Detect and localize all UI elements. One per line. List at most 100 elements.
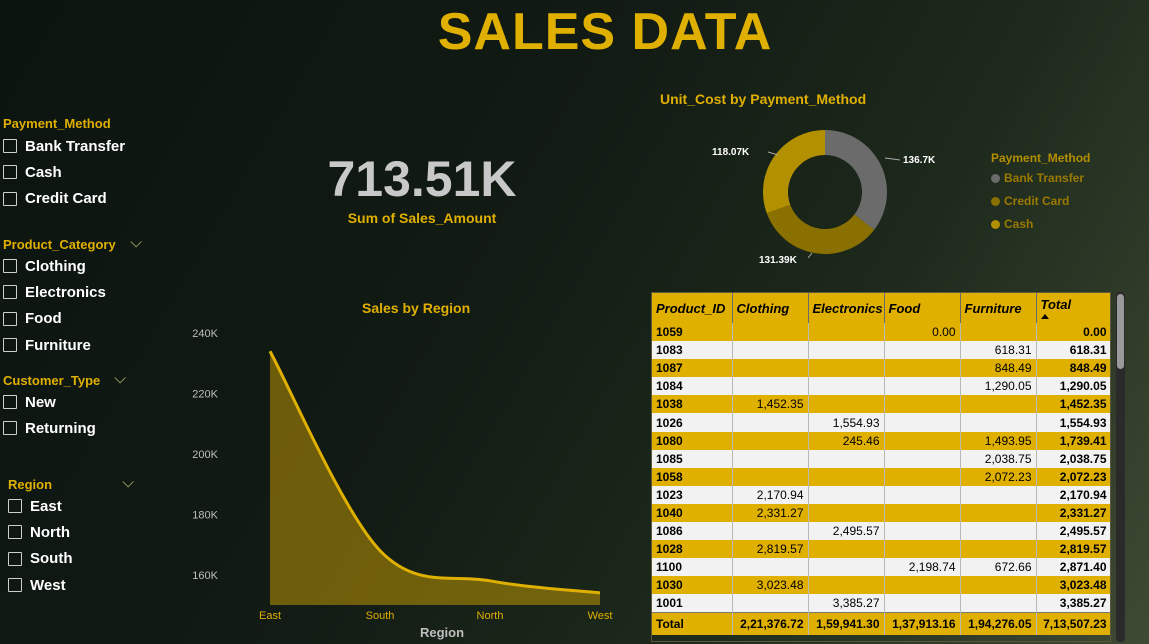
table-cell: [732, 341, 809, 360]
total-cell: 2,21,376.72: [732, 612, 809, 635]
table-row[interactable]: 1087 848.49 848.49: [652, 359, 1110, 378]
column-header-product-id[interactable]: Product_ID: [652, 293, 733, 323]
slicer-option-food[interactable]: Food: [3, 306, 138, 332]
table-cell: [884, 540, 961, 559]
column-header-furniture[interactable]: Furniture: [960, 293, 1037, 323]
product-id-cell: 1026: [652, 413, 733, 432]
table-cell: [732, 413, 809, 432]
matrix-table[interactable]: Product_ID Clothing Electronics Food Fur…: [651, 292, 1111, 642]
table-cell: [732, 558, 809, 577]
table-cell: [884, 413, 961, 432]
slicer-option-credit-card[interactable]: Credit Card: [3, 186, 125, 212]
column-header-food[interactable]: Food: [884, 293, 961, 323]
slicer-option-electronics[interactable]: Electronics: [3, 279, 138, 305]
table-row[interactable]: 1038 1,452.35 1,452.35: [652, 395, 1110, 414]
slicer-option-cash[interactable]: Cash: [3, 159, 125, 185]
slicer-option-returning[interactable]: Returning: [3, 415, 122, 441]
product-id-cell: 1083: [652, 341, 733, 360]
slicer-option-east[interactable]: East: [8, 493, 130, 519]
chevron-down-icon[interactable]: [114, 372, 127, 384]
checkbox[interactable]: [3, 139, 17, 154]
table-cell: [808, 558, 885, 577]
table-cell: [960, 594, 1037, 613]
slicer-option-north[interactable]: North: [8, 519, 130, 545]
area-fill: [270, 351, 600, 605]
checkbox[interactable]: [8, 525, 22, 540]
table-row[interactable]: 1040 2,331.27 2,331.27: [652, 503, 1110, 523]
table-cell: [808, 323, 885, 342]
checkbox[interactable]: [3, 395, 17, 410]
checkbox[interactable]: [8, 578, 22, 593]
table-row[interactable]: 1026 1,554.93 1,554.93: [652, 413, 1110, 432]
x-axis-label: Region: [420, 625, 464, 640]
slicer-option-south[interactable]: South: [8, 546, 130, 572]
table-row[interactable]: 1028 2,819.57 2,819.57: [652, 540, 1110, 559]
legend-item-credit-card[interactable]: Credit Card: [991, 194, 1069, 208]
slicer-option-clothing[interactable]: Clothing: [3, 253, 138, 279]
donut-slice[interactable]: [825, 130, 887, 230]
table-cell: [808, 467, 885, 486]
table-row[interactable]: 1030 3,023.48 3,023.48: [652, 576, 1110, 595]
scrollbar-thumb[interactable]: [1117, 294, 1124, 369]
table-cell: 2,331.27: [732, 503, 809, 523]
legend-dot: [991, 173, 1000, 183]
donut-slice[interactable]: [763, 130, 825, 214]
legend-item-cash[interactable]: Cash: [991, 217, 1033, 231]
table-cell: 3,023.48: [732, 576, 809, 595]
chevron-down-icon[interactable]: [130, 236, 142, 248]
legend-dot: [991, 196, 1000, 206]
slicer-option-west[interactable]: West: [8, 572, 130, 598]
table-row[interactable]: 1100 2,198.74 672.66 2,871.40: [652, 558, 1110, 577]
checkbox[interactable]: [3, 259, 17, 274]
table-row[interactable]: 1001 3,385.27 3,385.27: [652, 594, 1110, 613]
table-cell: 0.00: [884, 323, 961, 342]
area-chart[interactable]: 240K 220K 200K 180K 160K East South North West Re…: [180, 318, 630, 644]
y-tick-label: 240K: [192, 328, 218, 340]
column-header-electronics[interactable]: Electronics: [808, 293, 885, 323]
table-row[interactable]: 1083 618.31 618.31: [652, 341, 1110, 360]
payment-method-slicer: Payment_Method Bank Transfer Cash Credit…: [3, 114, 125, 212]
table-cell: 1,739.41: [1036, 431, 1110, 450]
table-row[interactable]: 1086 2,495.57 2,495.57: [652, 522, 1110, 541]
slicer-option-furniture[interactable]: Furniture: [3, 332, 138, 358]
table-row[interactable]: 1084 1,290.05 1,290.05: [652, 377, 1110, 396]
table-cell: [732, 522, 809, 541]
checkbox[interactable]: [3, 165, 17, 180]
table-cell: 2,170.94: [1036, 485, 1110, 504]
checkbox[interactable]: [3, 191, 17, 206]
table-cell: 2,819.57: [732, 540, 809, 559]
table-cell: [732, 377, 809, 396]
donut-chart[interactable]: [700, 120, 950, 270]
sort-descending-icon: [1040, 314, 1049, 319]
table-row[interactable]: 1058 2,072.23 2,072.23: [652, 467, 1110, 486]
checkbox[interactable]: [8, 551, 22, 566]
checkbox[interactable]: [3, 285, 17, 300]
table-cell: 2,331.27: [1036, 503, 1110, 523]
total-cell: 1,37,913.16: [884, 612, 961, 635]
table-row[interactable]: 1059 0.00 0.00: [652, 323, 1110, 342]
slicer-title: Region: [8, 476, 53, 492]
leader-line: [807, 252, 813, 259]
table-cell: 2,038.75: [960, 449, 1037, 468]
slicer-option-new[interactable]: New: [3, 389, 122, 415]
chevron-down-icon[interactable]: [122, 476, 134, 488]
table-cell: 3,385.27: [808, 594, 885, 613]
column-header-clothing[interactable]: Clothing: [732, 293, 809, 323]
table-row[interactable]: 1080 245.46 1,493.95 1,739.41: [652, 431, 1110, 450]
product-id-cell: 1030: [652, 576, 733, 595]
checkbox[interactable]: [8, 499, 22, 514]
legend-item-bank-transfer[interactable]: Bank Transfer: [991, 171, 1084, 185]
table-cell: 848.49: [1036, 359, 1110, 378]
y-tick-label: 160K: [192, 570, 218, 582]
table-row[interactable]: 1023 2,170.94 2,170.94: [652, 485, 1110, 504]
leader-line: [884, 157, 901, 161]
table-row[interactable]: 1085 2,038.75 2,038.75: [652, 449, 1110, 468]
checkbox[interactable]: [3, 338, 17, 353]
x-tick-label: West: [588, 610, 613, 622]
checkbox[interactable]: [3, 421, 17, 436]
table-cell: 2,819.57: [1036, 540, 1110, 559]
checkbox[interactable]: [3, 311, 17, 326]
slicer-option-bank-transfer[interactable]: Bank Transfer: [3, 133, 125, 159]
column-header-total[interactable]: Total: [1036, 293, 1110, 323]
table-cell: [884, 522, 961, 541]
